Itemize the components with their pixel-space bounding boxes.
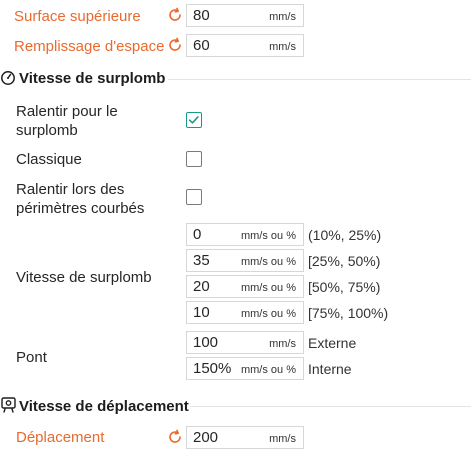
checkmark-icon	[188, 116, 199, 124]
classic-checkbox[interactable]	[186, 151, 202, 167]
curled-perimeters-label-line2: périmètres courbés	[16, 200, 145, 217]
field-value: 0	[193, 226, 202, 243]
overhang-speed-input-4[interactable]: 10 mm/s ou %	[186, 301, 304, 324]
field-value: 20	[193, 278, 210, 295]
slow-down-label-line2: surplomb	[16, 122, 78, 139]
bridge-external-suffix: Externe	[308, 335, 357, 351]
overhang-speed-input-2[interactable]: 35 mm/s ou %	[186, 249, 304, 272]
top-surface-input[interactable]: 80 mm/s	[186, 4, 304, 27]
bridge-external-input[interactable]: 100 mm/s	[186, 331, 304, 354]
travel-icon	[1, 397, 16, 413]
field-unit: mm/s	[269, 41, 296, 53]
field-unit: mm/s ou %	[240, 230, 296, 242]
field-value: 200	[193, 429, 219, 446]
slow-down-label-line1: Ralentir pour le	[16, 103, 118, 120]
overhang-range-1: (10%, 25%)	[308, 227, 382, 243]
travel-section-title: Vitesse de déplacement	[19, 398, 189, 415]
gap-fill-input[interactable]: 60 mm/s	[186, 34, 304, 57]
overhang-range-4: [75%, 100%)	[308, 305, 389, 321]
field-value: 150%	[193, 360, 232, 377]
overhang-speed-input-1[interactable]: 0 mm/s ou %	[186, 223, 304, 246]
reset-arrow-icon[interactable]	[166, 428, 184, 446]
overhang-speed-label: Vitesse de surplomb	[16, 269, 152, 286]
bridge-label: Pont	[16, 349, 47, 366]
slow-down-overhang-checkbox[interactable]	[186, 112, 202, 128]
section-divider	[168, 79, 471, 80]
field-unit: mm/s	[269, 11, 296, 23]
field-value: 35	[193, 252, 210, 269]
curled-perimeters-checkbox[interactable]	[186, 189, 202, 205]
overhang-range-3: [50%, 75%)	[308, 279, 381, 295]
top-surface-label: Surface supérieure	[14, 8, 141, 25]
section-divider	[190, 406, 471, 407]
speedometer-icon	[1, 71, 15, 85]
overhang-section-title: Vitesse de surplomb	[19, 70, 166, 87]
gap-fill-label: Remplissage d'espace	[14, 38, 165, 55]
travel-speed-input[interactable]: 200 mm/s	[186, 426, 304, 449]
overhang-speed-input-3[interactable]: 20 mm/s ou %	[186, 275, 304, 298]
field-unit: mm/s	[269, 338, 296, 350]
field-unit: mm/s ou %	[240, 256, 296, 268]
travel-label: Déplacement	[16, 429, 105, 446]
curled-perimeters-label-line1: Ralentir lors des	[16, 181, 125, 198]
bridge-internal-suffix: Interne	[308, 361, 352, 377]
field-unit: mm/s ou %	[240, 364, 296, 376]
field-value: 100	[193, 334, 219, 351]
reset-arrow-icon[interactable]	[166, 6, 184, 24]
field-unit: mm/s ou %	[240, 308, 296, 320]
field-unit: mm/s	[269, 433, 296, 445]
overhang-range-2: [25%, 50%)	[308, 253, 381, 269]
field-unit: mm/s ou %	[240, 282, 296, 294]
classic-label: Classique	[16, 151, 82, 168]
field-value: 60	[193, 37, 210, 54]
field-value: 10	[193, 304, 210, 321]
reset-arrow-icon[interactable]	[166, 36, 184, 54]
field-value: 80	[193, 7, 210, 24]
bridge-internal-input[interactable]: 150% mm/s ou %	[186, 357, 304, 380]
